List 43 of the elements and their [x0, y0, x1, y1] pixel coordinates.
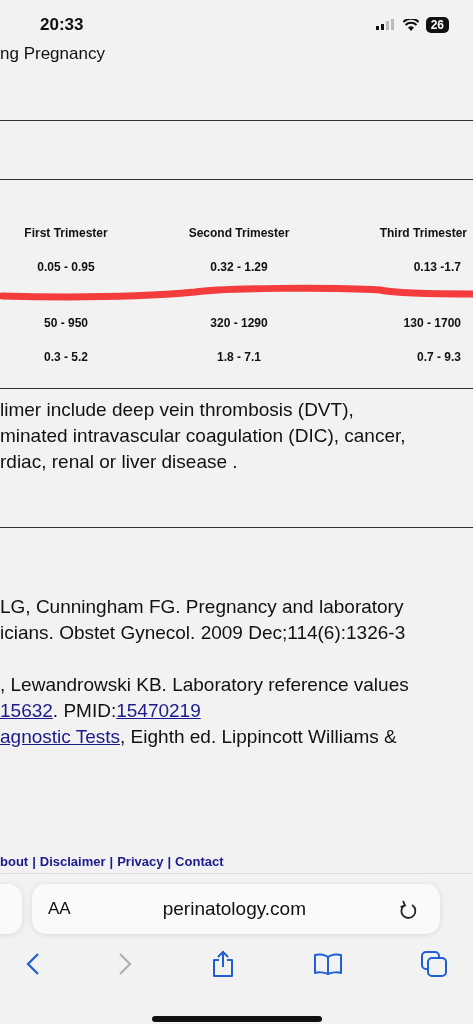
column-header: Third Trimester: [379, 226, 467, 240]
page-heading: ng Pregnancy: [0, 44, 106, 64]
reference-link[interactable]: 15632: [0, 700, 53, 721]
column-header: Second Trimester: [188, 226, 290, 240]
footer-link[interactable]: Privacy: [117, 854, 164, 869]
footer-separator: |: [32, 854, 36, 869]
address-field[interactable]: AA perinatology.com: [32, 884, 440, 934]
table-cell: 0.7 - 9.3: [416, 350, 461, 364]
table-cell: 0.05 - 0.95: [37, 260, 95, 274]
paragraph-line: rdiac, renal or liver disease .: [0, 450, 239, 474]
table-cell: 50 - 950: [43, 316, 88, 330]
table-cell: 1.8 - 7.1: [217, 350, 261, 364]
table-cell: 0.3 - 5.2: [44, 350, 88, 364]
footer-link[interactable]: bout: [0, 854, 29, 869]
reload-icon[interactable]: [398, 898, 418, 920]
reference-link[interactable]: 15470219: [116, 700, 201, 721]
url-text: perinatology.com: [162, 898, 306, 920]
reference-text: LG, Cunningham FG. Pregnancy and laboratory: [0, 596, 404, 617]
status-time: 20:33: [40, 15, 84, 35]
wifi-icon: [402, 19, 419, 31]
reference-text: icians. Obstet Gynecol. 2009 Dec;114(6):1326-3: [0, 622, 406, 643]
table-cell: 320 - 1290: [210, 316, 268, 330]
paragraph-line: limer include deep vein thrombosis (DVT),: [0, 398, 355, 422]
table-cell: 0.13 -1.7: [413, 260, 461, 274]
footer-separator: |: [167, 854, 172, 869]
signal-icon: [375, 19, 396, 31]
paragraph-line: minated intravascular coagulation (DIC), cancer,: [0, 424, 407, 448]
text-size-button[interactable]: AA: [48, 899, 71, 919]
share-icon[interactable]: [210, 950, 235, 978]
tabs-icon[interactable]: [421, 951, 447, 977]
column-header: First Trimester: [24, 226, 108, 240]
battery-level: 26: [425, 17, 449, 33]
reference-link[interactable]: agnostic Tests: [0, 726, 121, 747]
book-icon[interactable]: [312, 952, 343, 976]
table-cell: 0.32 - 1.29: [210, 260, 268, 274]
reference-text: , Eighth ed. Lippincott Williams &: [120, 726, 397, 747]
reference-text: . PMID:: [52, 700, 117, 721]
footer-separator: |: [109, 854, 114, 869]
back-icon[interactable]: [26, 952, 40, 976]
footer-link[interactable]: Disclaimer: [39, 854, 106, 869]
reference-text: , Lewandrowski KB. Laboratory reference values: [0, 674, 409, 695]
footer-link[interactable]: Contact: [175, 854, 224, 869]
table-cell: 130 - 1700: [403, 316, 461, 330]
